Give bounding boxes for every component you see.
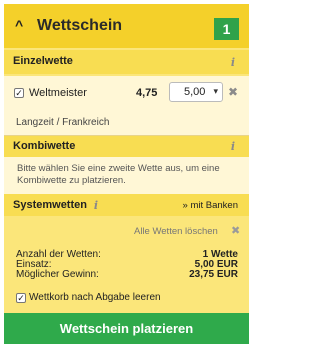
info-icon[interactable]: i — [230, 141, 236, 153]
info-icon[interactable]: i — [93, 200, 99, 212]
dropdown-arrow-icon: ▾ — [213, 86, 218, 96]
kombiwette-note: Bitte wählen Sie eine zweite Wette aus, … — [4, 157, 249, 195]
betslip-title: Wettschein — [37, 17, 123, 34]
bet-event-label: Langzeit / Frankreich — [16, 117, 110, 128]
section-einzelwette-label: Einzelwette — [13, 55, 73, 67]
info-icon[interactable]: i — [230, 57, 236, 69]
bet-count-badge: 1 — [214, 18, 239, 40]
bet-selection-name: Weltmeister — [29, 87, 87, 99]
betslip: ^ Wettschein 1 Einzelwette i ✓ Weltmeist… — [4, 4, 249, 344]
summary-win-value: 23,75 EUR — [189, 269, 238, 280]
close-icon[interactable]: ✖ — [231, 224, 240, 237]
checkbox-checked-icon[interactable]: ✓ — [14, 88, 24, 98]
section-einzelwette[interactable]: Einzelwette i — [4, 50, 249, 74]
kombiwette-note-text: Bitte wählen Sie eine zweite Wette aus, … — [17, 163, 220, 186]
checkbox-checked-icon[interactable]: ✓ — [16, 293, 26, 303]
betslip-header[interactable]: ^ Wettschein 1 — [4, 4, 249, 48]
bet-selection-panel: ✓ Weltmeister 4,75 5,00 ▾ ✖ Langzeit / F… — [4, 76, 249, 136]
stake-select[interactable]: 5,00 ▾ — [169, 82, 223, 102]
section-kombiwette[interactable]: Kombiwette i — [4, 136, 249, 157]
section-kombiwette-label: Kombiwette — [13, 140, 76, 152]
close-icon[interactable]: ✖ — [228, 85, 238, 99]
caret-up-icon[interactable]: ^ — [15, 17, 23, 33]
summary-win-label: Möglicher Gewinn: — [16, 269, 99, 280]
section-systemwetten[interactable]: Systemwetten i » mit Banken — [4, 194, 249, 216]
bet-odds: 4,75 — [136, 87, 158, 99]
bet-summary: Anzahl der Wetten: 1 Wette Einsatz: 5,00… — [16, 250, 238, 280]
place-bet-button[interactable]: Wettschein platzieren — [4, 313, 249, 344]
section-systemwetten-label: Systemwetten — [13, 199, 87, 211]
clear-all-bets-link[interactable]: Alle Wetten löschen — [134, 226, 218, 237]
mit-banken-link[interactable]: » mit Banken — [183, 200, 238, 211]
stake-value: 5,00 — [184, 86, 206, 98]
summary-win-row: Möglicher Gewinn: 23,75 EUR — [16, 270, 238, 280]
empty-basket-label: Wettkorb nach Abgabe leeren — [29, 292, 161, 303]
